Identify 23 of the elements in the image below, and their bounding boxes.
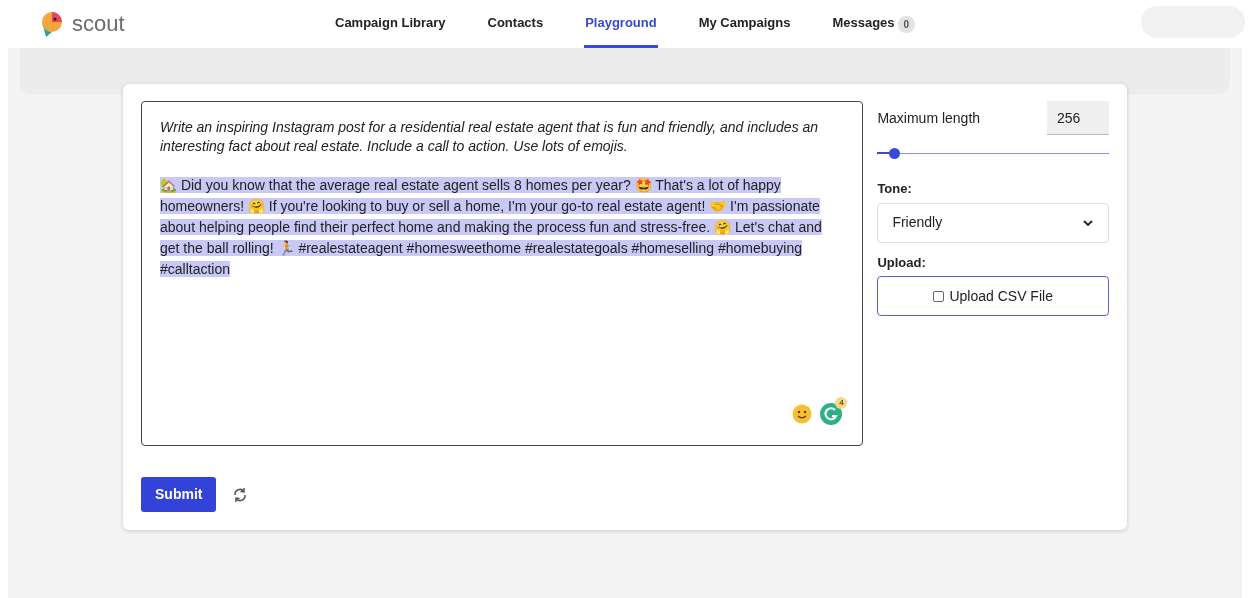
nav-tab[interactable]: Messages: [831, 0, 896, 48]
upload-csv-button[interactable]: Upload CSV File: [877, 276, 1109, 316]
nav-tab[interactable]: Contacts: [486, 0, 545, 48]
max-length-label: Maximum length: [877, 108, 981, 128]
tone-label: Tone:: [877, 180, 913, 198]
max-length-field[interactable]: 256: [1047, 101, 1109, 135]
chevron-down-icon: [1082, 218, 1094, 227]
tone-dropdown[interactable]: Friendly: [877, 202, 1109, 243]
upload-label: Upload:: [877, 253, 927, 272]
prompt-text: Write an inspiring Instagram post for a residential real estate agent that is fun and friendly, and includes an interesting fact about real estate. Include a call to action. Use lots of emojis.: [160, 118, 820, 156]
grammar-check-icon[interactable]: [820, 403, 843, 425]
submit-button[interactable]: Submit: [141, 477, 217, 512]
nav-tab[interactable]: Campaign Library: [334, 0, 447, 48]
nav-tab[interactable]: My Campaigns: [697, 0, 792, 48]
generated-text: 🏡 Did you know that the average real estate agent sells 8 homes per year? 🤩 That's a lot of happy homeowners! 🤗 If you're looking to buy or sell a home, I'm your go-to real estate agent! 🤝 I'm passionate about helping people find their perfect home and making the process fun and stress-free. 🤗 Let's chat and get the ball rolling! 🏃 #realestateagent #homesweethome #realestategoals #homeselling #homebuying #calltaction: [160, 176, 823, 279]
refresh-icon[interactable]: [232, 485, 249, 504]
count-badge: 0: [897, 15, 916, 33]
smiley-icon[interactable]: [792, 404, 813, 424]
checkbox[interactable]: [933, 290, 945, 302]
length-slider[interactable]: [877, 147, 1109, 159]
brand-name[interactable]: scout: [72, 13, 125, 35]
text-editor[interactable]: [141, 101, 864, 446]
count-badge: 4: [835, 397, 848, 409]
